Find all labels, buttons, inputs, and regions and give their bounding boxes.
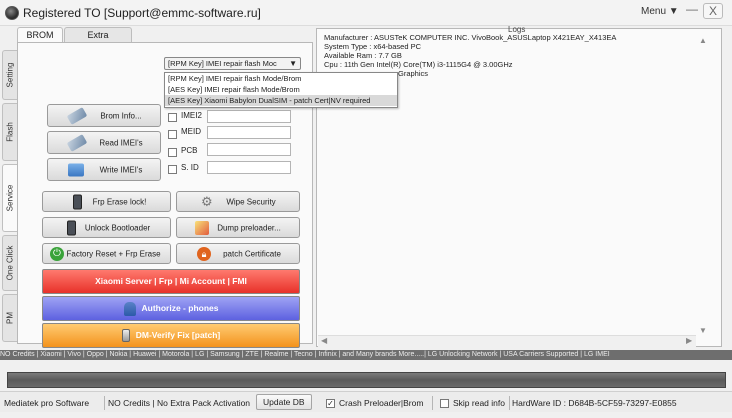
- log-line: Graphics: [398, 69, 429, 78]
- tab-brom[interactable]: BROM: [17, 27, 63, 42]
- side-tab-label: Setting: [5, 62, 15, 88]
- mode-select-list: [RPM Key] IMEI repair flash Mode/Brom [A…: [164, 72, 398, 108]
- log-line: Available Ram : 7.7 GB: [324, 51, 402, 60]
- dm-verify-label: DM-Verify Fix [patch]: [135, 330, 221, 340]
- imei2-field[interactable]: [207, 110, 291, 123]
- pcb-label: PCB: [181, 146, 198, 155]
- log-line: Manufacturer : ASUSTeK COMPUTER INC. Viv…: [324, 33, 617, 42]
- person-icon: [123, 301, 136, 316]
- progress-bar: [7, 372, 726, 388]
- wipe-security-label: Wipe Security: [226, 197, 276, 206]
- authorize-phones-label: Authorize - phones: [141, 303, 219, 313]
- chevron-down-icon: ▼: [289, 59, 297, 68]
- scroll-up-icon[interactable]: ▲: [697, 36, 709, 45]
- authorize-phones-button[interactable]: Authorize - phones: [42, 296, 300, 321]
- read-imei-label: Read IMEI's: [99, 138, 143, 147]
- close-button[interactable]: X: [703, 3, 723, 19]
- side-tab-label: Flash: [5, 122, 15, 142]
- logs-horizontal-scrollbar[interactable]: ◀ ▶: [318, 335, 696, 347]
- mode-option-aes-xiaomi-babylon[interactable]: [AES Key] Xiaomi Babylon DualSIM - patch…: [165, 95, 397, 106]
- supported-brands-marquee: NO Credits | Xiaomi | Vivo | Oppo | Noki…: [0, 350, 732, 360]
- scroll-right-icon[interactable]: ▶: [686, 336, 692, 345]
- skip-read-info-toggle[interactable]: Skip read info: [440, 396, 505, 410]
- mode-select-value: [RPM Key] IMEI repair flash Moc: [168, 59, 277, 68]
- status-divider: [509, 396, 510, 410]
- meid-field[interactable]: [207, 126, 291, 139]
- log-line: Cpu : 11th Gen Intel(R) Core(TM) i3-1115…: [324, 60, 513, 69]
- status-software: Mediatek pro Software: [4, 398, 90, 408]
- brom-info-button[interactable]: Brom Info...: [47, 104, 161, 127]
- title-bar: Registered TO [Support@emmc-software.ru]…: [0, 0, 732, 26]
- crash-preloader-label: Crash Preloader|Brom: [339, 398, 424, 408]
- mode-select[interactable]: [RPM Key] IMEI repair flash Moc ▼: [164, 57, 301, 70]
- sid-field[interactable]: [207, 161, 291, 174]
- dump-preloader-button[interactable]: Dump preloader...: [176, 217, 300, 238]
- menu-button[interactable]: Menu ▼: [641, 6, 679, 17]
- meid-label: MEID: [181, 127, 201, 136]
- wipe-security-button[interactable]: ⚙ Wipe Security: [176, 191, 300, 212]
- skip-read-info-checkbox[interactable]: [440, 399, 449, 409]
- factory-reset-button[interactable]: ⏻ Factory Reset + Frp Erase: [42, 243, 171, 264]
- patch-certificate-label: patch Certificate: [223, 249, 281, 258]
- mode-option-rpm-imei[interactable]: [RPM Key] IMEI repair flash Mode/Brom: [165, 73, 397, 84]
- xiaomi-server-button[interactable]: Xiaomi Server | Frp | Mi Account | FMI: [42, 269, 300, 294]
- brom-info-label: Brom Info...: [100, 111, 142, 120]
- status-credits: NO Credits | No Extra Pack Activation: [108, 398, 251, 408]
- frp-erase-label: Frp Erase lock!: [92, 197, 147, 206]
- minimize-button[interactable]: —: [684, 2, 700, 18]
- patch-certificate-button[interactable]: 🔒︎ patch Certificate: [176, 243, 300, 264]
- pcb-checkbox[interactable]: [168, 148, 177, 157]
- scroll-down-icon[interactable]: ▼: [697, 326, 709, 335]
- status-bar: Mediatek pro Software NO Credits | No Ex…: [0, 391, 732, 412]
- factory-reset-label: Factory Reset + Frp Erase: [66, 249, 161, 258]
- skip-read-info-label: Skip read info: [453, 398, 505, 408]
- app-logo-icon: [5, 6, 19, 20]
- side-tab-label: One Click: [5, 245, 15, 281]
- sid-checkbox[interactable]: [168, 165, 177, 174]
- side-tab-label: Service: [5, 184, 15, 212]
- bottle-icon: [121, 329, 130, 343]
- dump-preloader-label: Dump preloader...: [217, 223, 281, 232]
- crash-preloader-checkbox[interactable]: ✓: [326, 399, 335, 409]
- window-title: Registered TO [Support@emmc-software.ru]: [23, 6, 261, 20]
- side-tab-one-click[interactable]: One Click: [2, 235, 17, 291]
- sid-label: S. ID: [181, 163, 199, 172]
- log-line: System Type : x64-based PC: [324, 42, 421, 51]
- pcb-field[interactable]: [207, 143, 291, 156]
- frp-erase-button[interactable]: Frp Erase lock!: [42, 191, 171, 212]
- unlock-bootloader-button[interactable]: Unlock Bootloader: [42, 217, 171, 238]
- meid-checkbox[interactable]: [168, 130, 177, 139]
- dm-verify-button[interactable]: DM-Verify Fix [patch]: [42, 323, 300, 348]
- side-tab-setting[interactable]: Setting: [2, 50, 17, 100]
- mode-option-aes-imei[interactable]: [AES Key] IMEI repair flash Mode/Brom: [165, 84, 397, 95]
- hardware-id: HardWare ID : D684B-5CF59-73297-E0855: [512, 398, 677, 408]
- side-tab-service[interactable]: Service: [2, 164, 17, 232]
- read-imei-button[interactable]: Read IMEI's: [47, 131, 161, 154]
- scroll-left-icon[interactable]: ◀: [321, 336, 327, 345]
- tab-extra[interactable]: Extra: [64, 27, 132, 42]
- imei2-checkbox[interactable]: [168, 113, 177, 122]
- crash-preloader-toggle[interactable]: ✓ Crash Preloader|Brom: [326, 396, 423, 410]
- write-imei-label: Write IMEI's: [99, 165, 143, 174]
- unlock-bootloader-label: Unlock Bootloader: [84, 223, 151, 232]
- update-db-button[interactable]: Update DB: [256, 394, 312, 410]
- write-imei-button[interactable]: Write IMEI's: [47, 158, 161, 181]
- status-divider: [432, 396, 433, 410]
- side-tab-label: PM: [5, 312, 15, 324]
- imei2-label: IMEI2: [181, 111, 202, 120]
- side-tab-flash[interactable]: Flash: [2, 103, 17, 161]
- status-divider: [104, 396, 105, 410]
- logs-vertical-scrollbar[interactable]: ▲ ▼: [697, 32, 709, 335]
- side-tab-pm[interactable]: PM: [2, 294, 17, 342]
